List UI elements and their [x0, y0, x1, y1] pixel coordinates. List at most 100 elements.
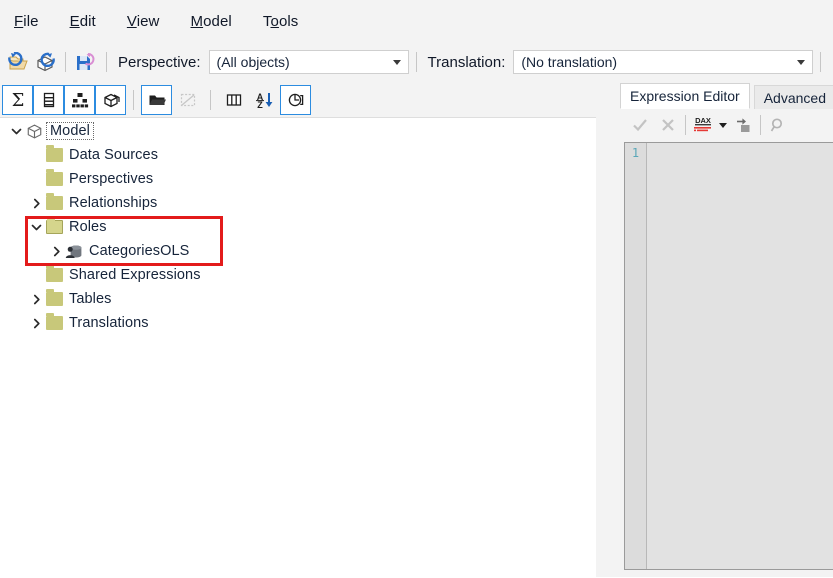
editor-tab-strip: Expression Editor Advanced: [610, 82, 833, 109]
menu-item-view[interactable]: View: [127, 13, 160, 30]
columns-list-button[interactable]: [33, 84, 64, 115]
tree-node-shared-expressions[interactable]: Shared Expressions: [0, 263, 596, 287]
toolbar-separator-5: [133, 89, 134, 110]
cancel-x-icon[interactable]: [654, 112, 682, 138]
tree-node-model[interactable]: Model: [0, 119, 596, 143]
editor-line-number: 1: [631, 146, 640, 160]
menu-view-accel: V: [126, 12, 137, 30]
toolbar-separator-3: [415, 52, 417, 72]
cube-icon: [24, 119, 44, 143]
dax-format-dropdown-icon[interactable]: [717, 112, 729, 138]
tree-node-perspectives[interactable]: Perspectives: [0, 167, 596, 191]
chevron-down-icon: [797, 60, 806, 65]
svg-text:DAX: DAX: [695, 116, 711, 125]
tree-node-roles-label: Roles: [69, 219, 107, 235]
search-icon[interactable]: [764, 112, 792, 138]
panel-splitter[interactable]: [596, 82, 610, 577]
chevron-down-icon[interactable]: [8, 119, 24, 143]
perspective-value: (All objects): [216, 54, 290, 70]
translation-value: (No translation): [521, 54, 618, 70]
translation-combo[interactable]: (No translation): [513, 50, 814, 74]
chevron-down-icon[interactable]: [28, 215, 44, 239]
measures-sigma-button[interactable]: Σ: [2, 84, 33, 115]
folder-icon: [44, 143, 64, 167]
folder-icon: [44, 191, 64, 215]
tree-node-data-sources-label: Data Sources: [69, 147, 159, 163]
accept-check-icon[interactable]: [626, 112, 654, 138]
perspective-label: Perspective:: [118, 53, 201, 71]
folder-icon: [44, 287, 64, 311]
menu-item-edit[interactable]: Edit: [70, 13, 96, 30]
model-tree-panel[interactable]: Model Data Sources Perspectives Relationshi…: [0, 118, 596, 578]
tree-node-translations-label: Translations: [69, 315, 149, 331]
folders-button[interactable]: [141, 84, 172, 115]
hidden-objects-button[interactable]: [172, 85, 203, 115]
tree-node-relationships[interactable]: Relationships: [0, 191, 596, 215]
tree-node-model-label: Model: [46, 122, 94, 140]
tree-node-perspectives-label: Perspectives: [69, 171, 154, 187]
hierarchy-button[interactable]: [64, 84, 95, 115]
tree-node-categoriesols[interactable]: CategoriesOLS: [0, 239, 596, 263]
tree-node-shared-expressions-label: Shared Expressions: [69, 267, 201, 283]
tab-advanced[interactable]: Advanced: [753, 85, 833, 109]
columns-view-button[interactable]: [218, 85, 249, 115]
save-icon[interactable]: [73, 49, 99, 75]
editor-gutter: 1: [625, 143, 647, 569]
menu-file-post: ile: [23, 12, 39, 30]
menu-edit-accel: E: [69, 12, 80, 30]
menu-item-file[interactable]: File: [14, 13, 39, 30]
chevron-right-icon[interactable]: [28, 311, 44, 335]
refresh-cube-icon[interactable]: [32, 49, 58, 75]
chevron-placeholder: [28, 143, 44, 167]
chevron-down-icon: [392, 60, 401, 65]
cube-objects-button[interactable]: [95, 84, 126, 115]
chevron-right-icon[interactable]: [28, 287, 44, 311]
editor-separator-2: [760, 115, 761, 135]
folder-icon: [44, 167, 64, 191]
toolbar-separator-1: [65, 52, 66, 72]
tree-node-roles[interactable]: Roles: [0, 215, 596, 239]
tab-expression-editor[interactable]: Expression Editor: [620, 83, 750, 109]
menu-tools-accel: o: [270, 12, 279, 30]
tab-advanced-label: Advanced: [763, 89, 826, 106]
expression-code-editor[interactable]: 1: [624, 142, 833, 570]
menu-bar: File Edit View Model Tools: [0, 0, 833, 42]
menu-edit-post: dit: [79, 12, 96, 30]
editor-code-area[interactable]: [647, 143, 833, 569]
svg-text:Σ: Σ: [11, 90, 24, 110]
menu-model-post: odel: [203, 12, 232, 30]
chevron-placeholder: [28, 263, 44, 287]
folder-open-icon: [44, 215, 64, 239]
role-icon: [64, 239, 84, 263]
perspective-combo[interactable]: (All objects): [208, 50, 409, 74]
perspective-toolbar: Perspective: (All objects) Translation: …: [0, 42, 833, 82]
perspective-filter-button[interactable]: [280, 84, 311, 115]
insert-reference-icon[interactable]: [729, 112, 757, 138]
expression-editor-panel: Expression Editor Advanced DAX 1: [610, 82, 833, 577]
tree-node-tables[interactable]: Tables: [0, 287, 596, 311]
menu-item-model[interactable]: Model: [191, 13, 232, 30]
editor-toolbar: DAX: [622, 109, 833, 141]
svg-text:Z: Z: [257, 100, 263, 110]
translation-label: Translation:: [427, 53, 506, 71]
application-window: File Edit View Model Tools Perspective: …: [0, 0, 833, 578]
toolbar-separator-6: [210, 89, 211, 110]
editor-separator-1: [685, 115, 686, 135]
tab-expression-editor-label: Expression Editor: [630, 88, 740, 104]
tree-node-data-sources[interactable]: Data Sources: [0, 143, 596, 167]
chevron-right-icon[interactable]: [28, 191, 44, 215]
toolbar-separator-4: [820, 52, 822, 72]
menu-model-accel: M: [190, 12, 204, 30]
tree-node-translations[interactable]: Translations: [0, 311, 596, 335]
chevron-right-icon[interactable]: [48, 239, 64, 263]
refresh-folder-icon[interactable]: [6, 49, 32, 75]
tree-node-tables-label: Tables: [69, 291, 112, 307]
sort-az-button[interactable]: A Z: [249, 85, 280, 115]
menu-file-accel: F: [14, 12, 24, 30]
dax-format-icon[interactable]: DAX: [689, 112, 717, 138]
menu-item-tools[interactable]: Tools: [263, 13, 299, 30]
tree-node-categoriesols-label: CategoriesOLS: [89, 243, 190, 259]
menu-view-post: iew: [136, 12, 160, 30]
chevron-placeholder: [28, 167, 44, 191]
tree-node-relationships-label: Relationships: [69, 195, 158, 211]
